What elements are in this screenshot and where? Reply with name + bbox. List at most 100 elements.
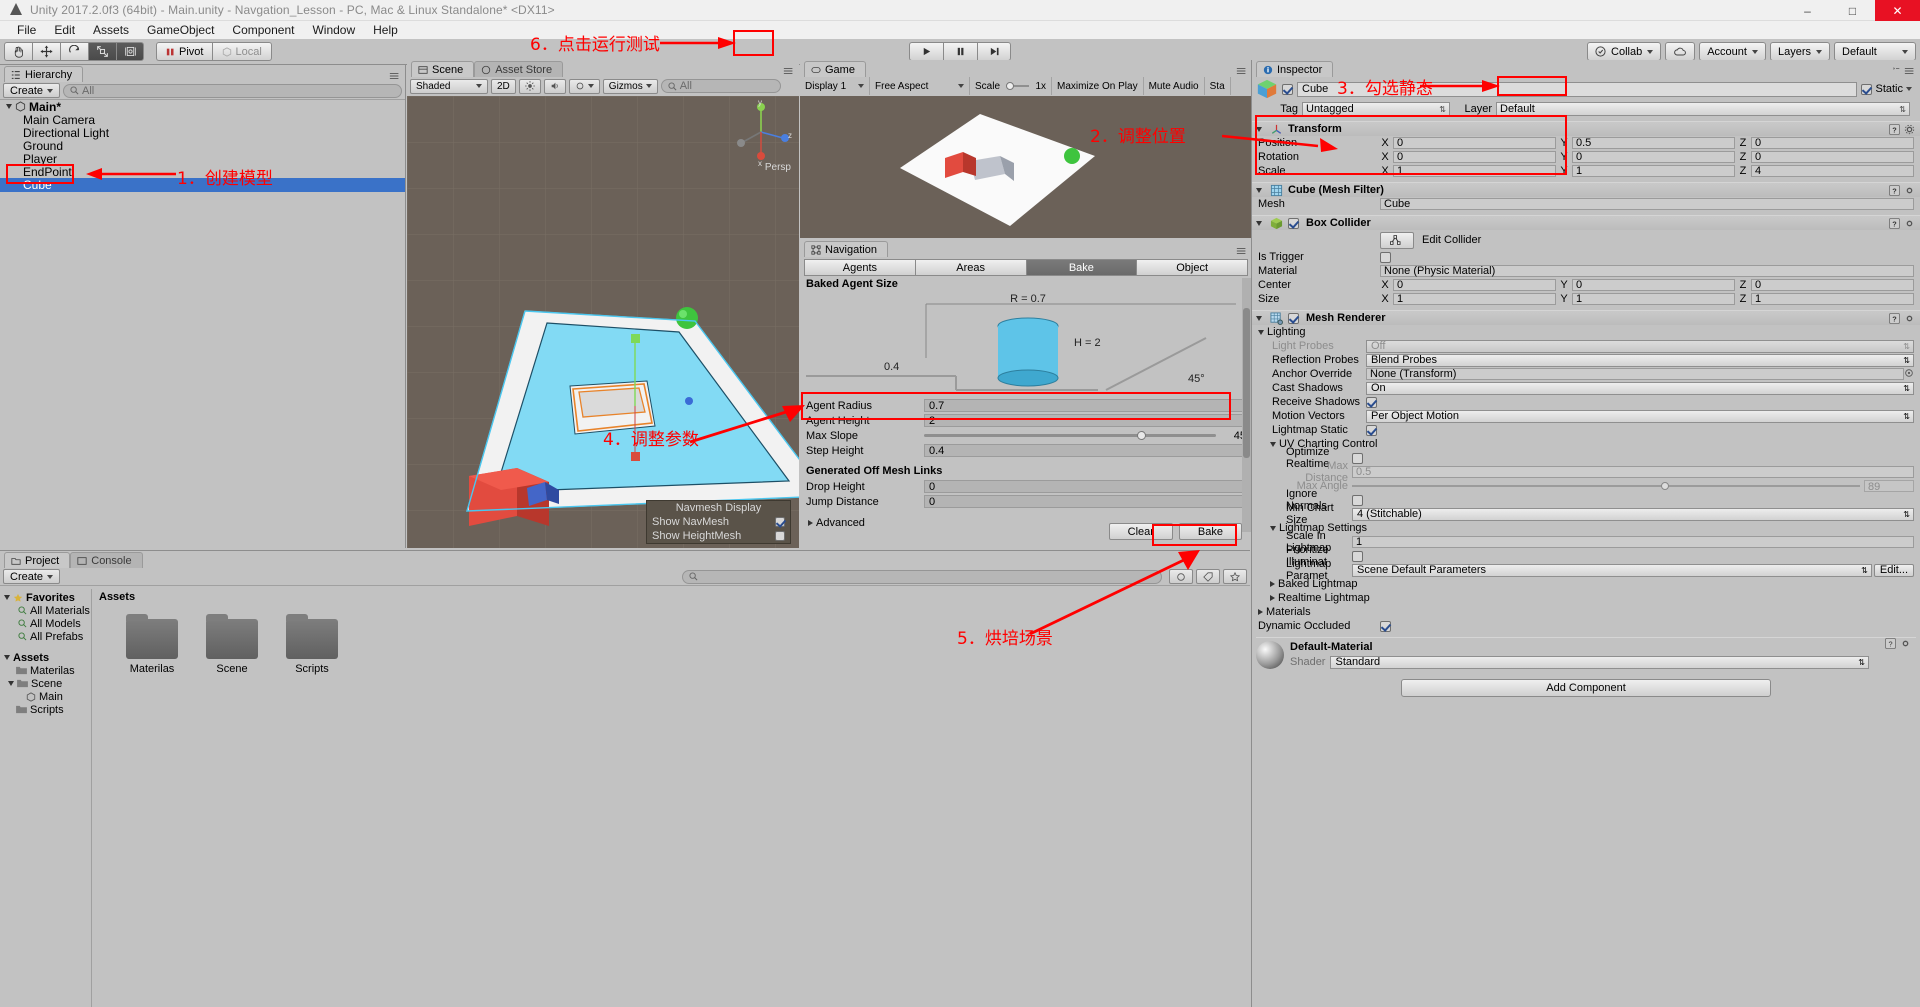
edit-collider-row[interactable]: Edit Collider bbox=[1252, 230, 1920, 250]
layout-button[interactable]: Default bbox=[1834, 42, 1916, 61]
step-height-row[interactable]: Step Height 0.4 bbox=[806, 443, 1246, 458]
scene-search-input[interactable]: All bbox=[660, 79, 781, 93]
transform-position-row[interactable]: Position X0 Y 0.5 Z0 bbox=[1252, 136, 1920, 150]
show-heightmesh-checkbox[interactable] bbox=[775, 531, 785, 541]
hierarchy-options[interactable] bbox=[389, 71, 401, 81]
scale-tool-button[interactable] bbox=[88, 42, 116, 61]
play-button[interactable] bbox=[909, 42, 943, 61]
chevron-down-icon[interactable] bbox=[4, 655, 10, 660]
collider-size-row[interactable]: Size X1 Y1 Z1 bbox=[1252, 292, 1920, 306]
collab-button[interactable]: Collab bbox=[1587, 42, 1662, 61]
tab-hierarchy[interactable]: Hierarchy bbox=[4, 66, 84, 82]
project-tree-scene[interactable]: Scene bbox=[0, 677, 91, 690]
mesh-renderer-component-header[interactable]: Mesh Renderer ? bbox=[1252, 310, 1920, 325]
scale-in-lightmap-field[interactable]: 1 bbox=[1352, 536, 1914, 548]
scale-z-field[interactable]: 4 bbox=[1751, 165, 1914, 177]
chevron-down-icon[interactable] bbox=[6, 104, 12, 109]
project-tree-materilas[interactable]: Materilas bbox=[0, 664, 91, 677]
game-stats-toggle[interactable]: Sta bbox=[1205, 77, 1231, 95]
scene-perspective-label[interactable]: Persp bbox=[765, 162, 791, 173]
layers-button[interactable]: Layers bbox=[1769, 42, 1830, 61]
lightmap-parameters-dropdown[interactable]: Scene Default Parameters ⇅ bbox=[1352, 563, 1872, 577]
shader-dropdown[interactable]: Standard ⇅ bbox=[1330, 655, 1869, 669]
optimize-realtime-row[interactable]: Optimize Realtime bbox=[1252, 446, 1920, 470]
lightmap-settings-foldout[interactable]: Lightmap Settings bbox=[1252, 521, 1920, 535]
menu-gameobject[interactable]: GameObject bbox=[138, 22, 223, 38]
max-slope-row[interactable]: Max Slope 45 bbox=[806, 428, 1246, 443]
rotation-z-field[interactable]: 0 bbox=[1751, 151, 1914, 163]
project-tree-main[interactable]: Main bbox=[0, 690, 91, 703]
menu-assets[interactable]: Assets bbox=[84, 22, 138, 38]
light-probes-dropdown[interactable]: Off ⇅ bbox=[1366, 339, 1914, 353]
lightmap-parameters-edit-button[interactable]: Edit... bbox=[1873, 563, 1914, 577]
scene-axis-gizmo[interactable]: y z x bbox=[727, 96, 795, 168]
hierarchy-create-button[interactable]: Create bbox=[3, 83, 61, 98]
rect-tool-button[interactable] bbox=[116, 42, 144, 61]
dynamic-occluded-checkbox[interactable] bbox=[1380, 620, 1391, 632]
transform-component-header[interactable]: Transform ? bbox=[1252, 121, 1920, 136]
light-probes-row[interactable]: Light Probes Off ⇅ bbox=[1252, 339, 1920, 353]
maximize-button[interactable]: □ bbox=[1830, 0, 1875, 21]
asset-folder-scene[interactable]: Scene bbox=[201, 614, 263, 675]
agent-height-field[interactable]: 2 bbox=[924, 414, 1246, 427]
tab-inspector[interactable]: Inspector bbox=[1256, 61, 1334, 77]
collider-center-row[interactable]: Center X0 Y0 Z0 bbox=[1252, 278, 1920, 292]
tab-areas[interactable]: Areas bbox=[914, 259, 1026, 276]
scene-audio-toggle[interactable] bbox=[543, 78, 566, 94]
collider-material-row[interactable]: Material None (Physic Material) bbox=[1252, 264, 1920, 278]
minimize-button[interactable]: – bbox=[1785, 0, 1830, 21]
jump-distance-row[interactable]: Jump Distance 0 bbox=[806, 494, 1246, 509]
project-fav-all-models[interactable]: All Models bbox=[0, 617, 91, 630]
show-navmesh-row[interactable]: Show NavMesh bbox=[647, 515, 790, 529]
navigation-scrollbar[interactable] bbox=[1242, 278, 1251, 532]
clear-button[interactable]: Clear bbox=[1108, 523, 1173, 540]
cloud-button[interactable] bbox=[1665, 42, 1696, 61]
receive-shadows-row[interactable]: Receive Shadows bbox=[1252, 395, 1920, 409]
menu-file[interactable]: File bbox=[8, 22, 45, 38]
menu-component[interactable]: Component bbox=[223, 22, 303, 38]
tab-game[interactable]: Game bbox=[804, 61, 866, 77]
motion-vectors-row[interactable]: Motion Vectors Per Object Motion ⇅ bbox=[1252, 409, 1920, 423]
motion-vectors-dropdown[interactable]: Per Object Motion ⇅ bbox=[1366, 409, 1914, 423]
show-heightmesh-row[interactable]: Show HeightMesh bbox=[647, 529, 790, 543]
drop-height-field[interactable]: 0 bbox=[924, 480, 1246, 493]
scene-effects-toggle[interactable] bbox=[568, 78, 600, 94]
tab-agents[interactable]: Agents bbox=[804, 259, 915, 276]
scene-viewport[interactable]: y z x Persp Navmesh Display Show NavMesh bbox=[407, 96, 799, 548]
transform-scale-row[interactable]: Scale X1 Y1 Z4 bbox=[1252, 164, 1920, 178]
mesh-filter-component-header[interactable]: Cube (Mesh Filter) ? bbox=[1252, 182, 1920, 197]
hierarchy-item-main[interactable]: Main* bbox=[0, 100, 405, 114]
max-distance-field[interactable]: 0.5 bbox=[1352, 466, 1914, 478]
scene-2d-toggle[interactable]: 2D bbox=[491, 78, 516, 94]
project-favorite-button[interactable] bbox=[1223, 569, 1247, 584]
close-button[interactable]: ✕ bbox=[1875, 0, 1920, 21]
move-tool-button[interactable] bbox=[32, 42, 60, 61]
rotation-y-field[interactable]: 0 bbox=[1572, 151, 1735, 163]
realtime-lightmap-foldout[interactable]: Realtime Lightmap bbox=[1252, 591, 1920, 605]
hierarchy-search-input[interactable]: All bbox=[63, 83, 402, 98]
prioritize-illumination-checkbox[interactable] bbox=[1352, 550, 1363, 562]
asset-folder-materilas[interactable]: Materilas bbox=[121, 614, 183, 675]
game-maximize-on-play-toggle[interactable]: Maximize On Play bbox=[1052, 77, 1144, 95]
scale-in-lightmap-row[interactable]: Scale In Lightmap 1 bbox=[1252, 530, 1920, 554]
agent-height-row[interactable]: Agent Height 2 bbox=[806, 413, 1246, 428]
agent-radius-row[interactable]: Agent Radius 0.7 bbox=[806, 398, 1246, 413]
navigation-options[interactable] bbox=[1236, 246, 1248, 256]
project-tree-assets[interactable]: Assets bbox=[0, 651, 91, 664]
min-chart-size-dropdown[interactable]: 4 (Stitchable) ⇅ bbox=[1352, 507, 1914, 521]
max-angle-value[interactable]: 89 bbox=[1864, 480, 1914, 493]
chevron-down-icon[interactable] bbox=[1906, 87, 1912, 91]
dynamic-occluded-row[interactable]: Dynamic Occluded bbox=[1252, 619, 1920, 633]
edit-collider-button[interactable] bbox=[1380, 231, 1414, 249]
center-z-field[interactable]: 0 bbox=[1751, 279, 1914, 291]
is-trigger-checkbox[interactable] bbox=[1380, 251, 1391, 263]
size-y-field[interactable]: 1 bbox=[1572, 293, 1735, 305]
box-collider-enabled-checkbox[interactable] bbox=[1288, 217, 1299, 229]
tab-scene[interactable]: Scene bbox=[411, 61, 475, 77]
hierarchy-item-ground[interactable]: Ground bbox=[0, 139, 405, 153]
physic-material-field[interactable]: None (Physic Material) bbox=[1380, 265, 1914, 277]
lightmap-static-row[interactable]: Lightmap Static bbox=[1252, 423, 1920, 437]
step-height-field[interactable]: 0.4 bbox=[924, 444, 1246, 457]
pivot-toggle[interactable]: Pivot bbox=[156, 42, 213, 61]
project-search-input[interactable] bbox=[682, 569, 1162, 584]
